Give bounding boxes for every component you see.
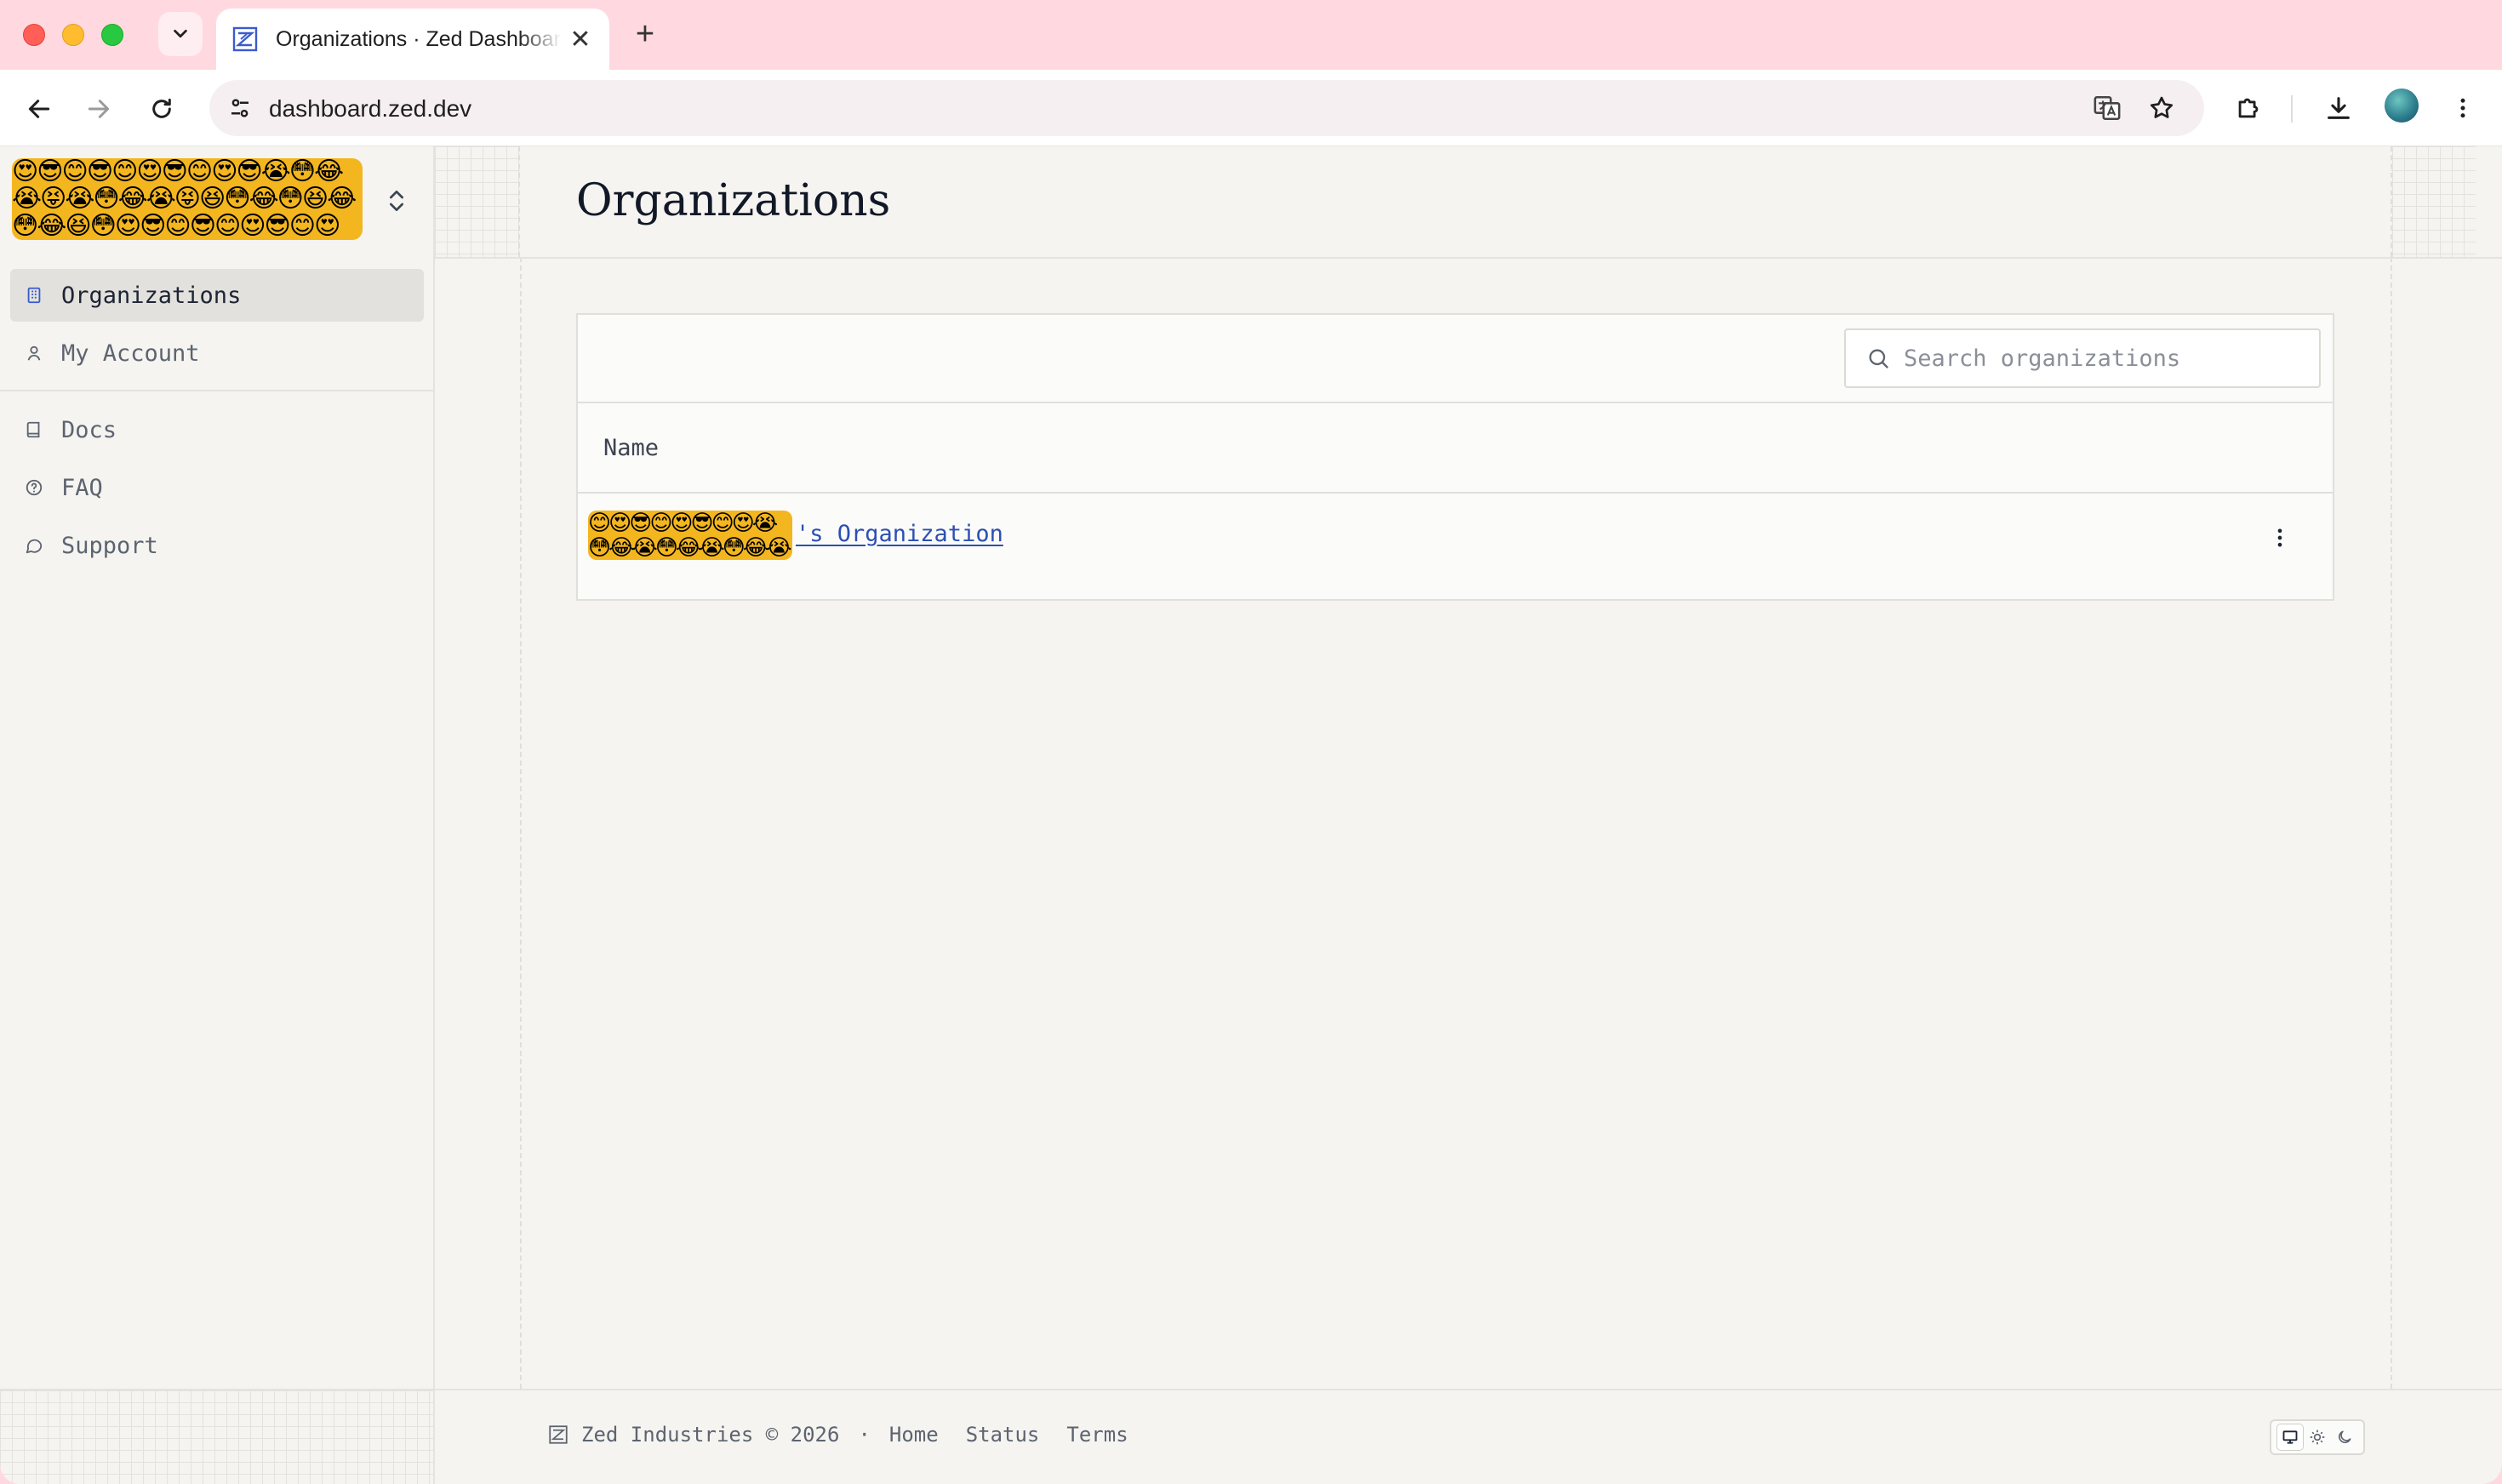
- page-title: Organizations: [576, 175, 891, 226]
- monitor-icon[interactable]: [2277, 1424, 2303, 1450]
- message-circle-icon: [24, 535, 44, 556]
- forward-button[interactable]: [80, 90, 117, 128]
- sidebar-link-label: Docs: [61, 416, 117, 443]
- organizations-table: Name 😊😍😎😊😍😎😊😍😭😳😂😭😳😂😭😳😂😭 's Organization: [576, 313, 2334, 601]
- building-icon: [24, 285, 44, 305]
- sun-icon[interactable]: [2305, 1424, 2330, 1450]
- browser-toolbar: dashboard.zed.dev: [0, 70, 2502, 146]
- search-field[interactable]: [1844, 328, 2321, 388]
- theme-switcher: [2270, 1419, 2365, 1455]
- org-avatar-thumbnail: 😊😍😎😊😍😎😊😍😭😳😂😭😳😂😭😳😂😭: [588, 511, 792, 560]
- footer-link-home[interactable]: Home: [889, 1423, 939, 1447]
- zed-logo-icon: [232, 26, 258, 52]
- back-button[interactable]: [20, 90, 58, 128]
- reload-button[interactable]: [143, 90, 180, 128]
- table-toolbar: [578, 315, 2333, 403]
- moon-icon[interactable]: [2332, 1424, 2357, 1450]
- zed-logo-icon: [547, 1424, 569, 1446]
- sidebar-item-label: My Account: [61, 340, 200, 367]
- search-icon: [1865, 345, 1892, 372]
- table-header-row: Name: [578, 403, 2333, 494]
- puzzle-icon: [2238, 98, 2259, 118]
- header-divider: [435, 257, 2502, 259]
- main-content: Organizations Name 😊😍😎😊😍😎😊😍😭😳😂😭😳😂😭😳😂😭 's…: [435, 146, 2502, 1484]
- org-avatar-banner[interactable]: 😍😎😊😎😊😍😎😊😍😎😭😳😂😭😝😭😳😂😭😝😆😳😂😳😆😂😳😂😆😳😍😎😊😎😊😍😎😊😍😎…: [12, 158, 363, 240]
- tab-search-button[interactable]: [158, 12, 203, 56]
- window-close-button[interactable]: [23, 24, 45, 46]
- browser-menu-button[interactable]: [2444, 89, 2482, 127]
- org-switcher-button[interactable]: [383, 184, 410, 218]
- sidebar-footer-pattern: [0, 1389, 433, 1484]
- tab-close-icon[interactable]: ✕: [567, 26, 594, 54]
- organization-link[interactable]: 's Organization: [796, 521, 1003, 547]
- new-tab-button[interactable]: +: [628, 17, 662, 51]
- column-header-name[interactable]: Name: [603, 435, 659, 461]
- decorative-grid-right: [2391, 146, 2476, 257]
- arrow-right-icon: [88, 100, 110, 118]
- downloads-button[interactable]: [2320, 89, 2357, 127]
- chevron-down-icon: [174, 29, 187, 38]
- arrow-left-icon: [28, 100, 50, 118]
- bookmark-button[interactable]: [2143, 89, 2180, 127]
- org-switcher[interactable]: 😍😎😊😎😊😍😎😊😍😎😭😳😂😭😝😭😳😂😭😝😆😳😂😳😆😂😳😂😆😳😍😎😊😎😊😍😎😊😍😎…: [0, 146, 433, 257]
- sidebar: 😍😎😊😎😊😍😎😊😍😎😭😳😂😭😝😭😳😂😭😝😆😳😂😳😆😂😳😂😆😳😍😎😊😎😊😍😎😊😍😎…: [0, 146, 435, 1484]
- decorative-grid-left: [435, 146, 520, 257]
- address-bar[interactable]: dashboard.zed.dev: [209, 80, 2204, 136]
- sidebar-item-organizations[interactable]: Organizations: [10, 269, 424, 322]
- footer-link-terms[interactable]: Terms: [1066, 1423, 1128, 1447]
- extensions-button[interactable]: [2230, 89, 2267, 127]
- guide-line-left: [520, 257, 522, 1389]
- page-footer: Zed Industries © 2026 · Home Status Term…: [435, 1390, 2502, 1484]
- more-vertical-icon: [2277, 528, 2282, 547]
- sidebar-item-my-account[interactable]: My Account: [10, 327, 424, 380]
- sidebar-item-label: Organizations: [61, 282, 242, 309]
- tab-title: Organizations · Zed Dashboard: [276, 26, 562, 51]
- more-vertical-icon: [2460, 98, 2465, 118]
- chevrons-up-down-icon: [390, 191, 403, 211]
- footer-copyright: Zed Industries © 2026: [581, 1423, 840, 1447]
- footer-separator: ·: [858, 1423, 871, 1447]
- sidebar-link-docs[interactable]: Docs: [10, 403, 424, 456]
- browser-tab-active[interactable]: Organizations · Zed Dashboard ✕: [216, 9, 609, 70]
- reload-icon: [152, 98, 171, 118]
- profile-avatar[interactable]: [2385, 88, 2419, 123]
- translate-icon: [2094, 95, 2121, 121]
- row-actions-button[interactable]: [2263, 521, 2297, 555]
- site-info-button[interactable]: [221, 89, 259, 127]
- sidebar-link-faq[interactable]: FAQ: [10, 461, 424, 514]
- dashboard-page: 😍😎😊😎😊😍😎😊😍😎😭😳😂😭😝😭😳😂😭😝😆😳😂😳😆😂😳😂😆😳😍😎😊😎😊😍😎😊😍😎…: [0, 146, 2502, 1484]
- user-icon: [24, 343, 44, 363]
- sidebar-link-label: FAQ: [61, 474, 103, 501]
- download-icon: [2328, 97, 2350, 119]
- sidebar-link-support[interactable]: Support: [10, 519, 424, 572]
- toolbar-separator: [2291, 95, 2293, 123]
- help-circle-icon: [24, 477, 44, 498]
- guide-line-right: [2391, 257, 2392, 1389]
- window-minimize-button[interactable]: [62, 24, 84, 46]
- sidebar-link-label: Support: [61, 532, 158, 559]
- url-text[interactable]: dashboard.zed.dev: [269, 95, 471, 123]
- translate-button[interactable]: [2088, 89, 2126, 127]
- sidebar-divider: [0, 390, 433, 391]
- search-input[interactable]: [1904, 345, 2312, 372]
- footer-links: Zed Industries © 2026 · Home Status Term…: [547, 1423, 1156, 1447]
- window-zoom-button[interactable]: [101, 24, 123, 46]
- browser-tab-bar: Organizations · Zed Dashboard ✕ +: [0, 0, 2502, 70]
- book-icon: [24, 420, 44, 440]
- footer-link-status[interactable]: Status: [966, 1423, 1040, 1447]
- tune-icon: [231, 99, 248, 117]
- table-row[interactable]: 😊😍😎😊😍😎😊😍😭😳😂😭😳😂😭😳😂😭 's Organization: [578, 494, 2333, 584]
- star-icon: [2150, 96, 2174, 118]
